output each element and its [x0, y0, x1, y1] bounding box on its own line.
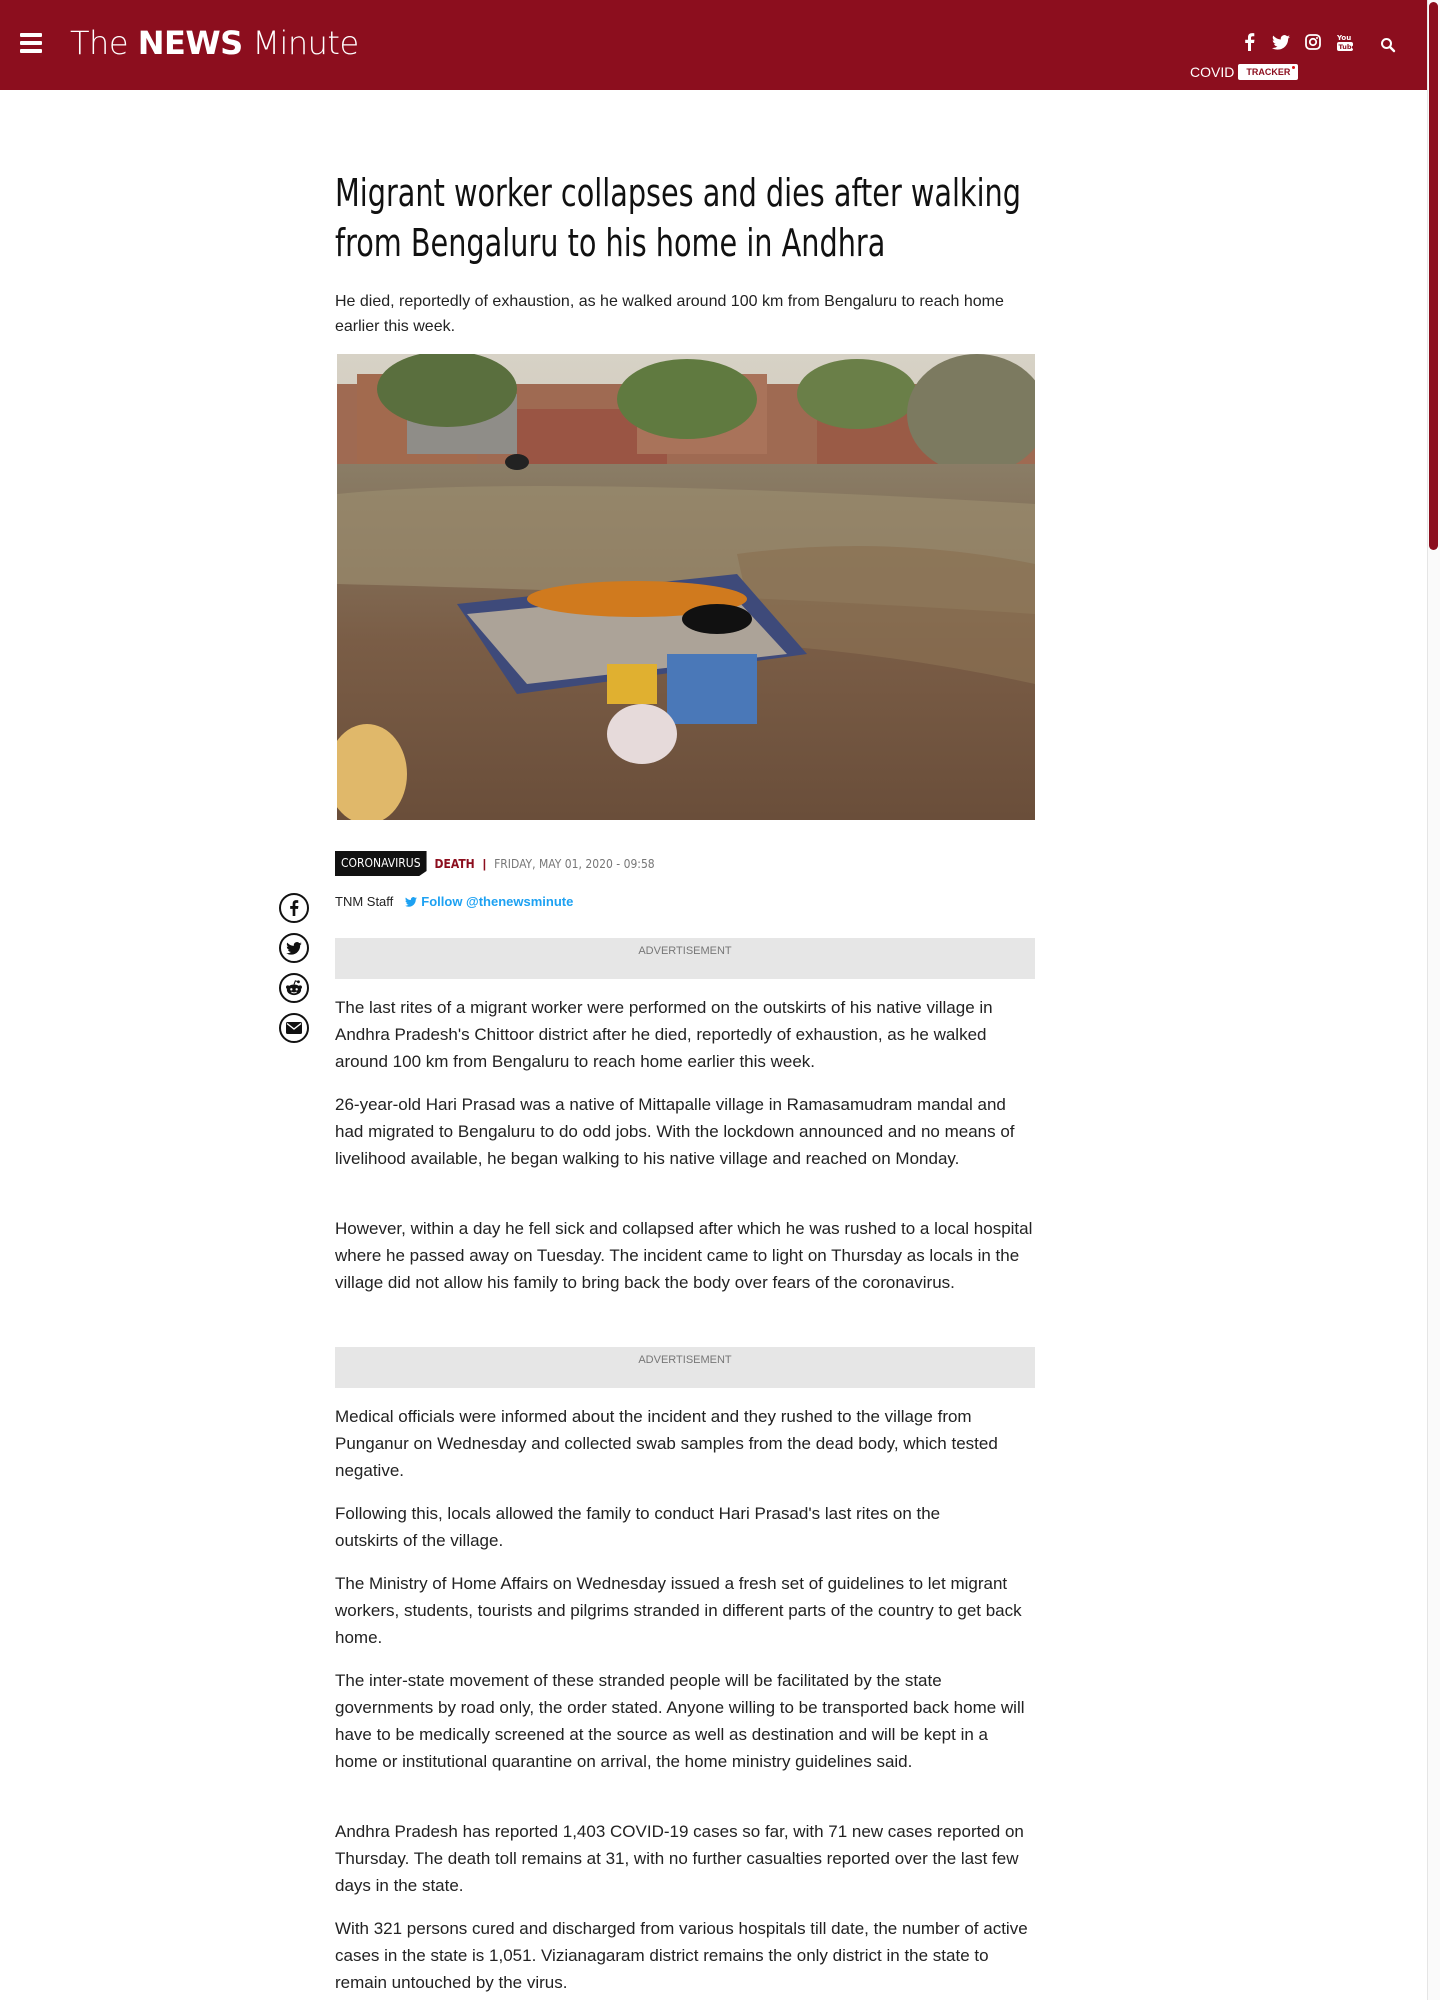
publish-date: FRIDAY, MAY 01, 2020 - 09:58	[494, 856, 655, 871]
twitter-icon	[405, 896, 418, 907]
share-bar	[279, 893, 309, 1043]
advertisement-slot[interactable]: ADVERTISEMENT	[335, 1347, 1035, 1388]
menu-icon[interactable]	[20, 33, 42, 53]
byline: TNM Staff Follow @thenewsminute	[335, 894, 573, 909]
covid-tracker-link[interactable]: COVID TRACKER	[1190, 64, 1299, 80]
article-title: Migrant worker collapses and dies after …	[335, 171, 1021, 265]
category-tag[interactable]: CORONAVIRUS	[335, 851, 427, 876]
header-social-links: YouTube	[1240, 33, 1354, 51]
tracker-badge[interactable]: TRACKER	[1238, 64, 1299, 80]
ad-label: ADVERTISEMENT	[638, 1354, 732, 1366]
share-facebook-button[interactable]	[279, 893, 309, 923]
search-icon[interactable]	[1380, 37, 1396, 53]
svg-text:Tube: Tube	[1339, 43, 1354, 51]
article-paragraph: 26-year-old Hari Prasad was a native of …	[335, 1095, 1015, 1168]
facebook-icon[interactable]	[1240, 33, 1258, 51]
follow-twitter-link[interactable]: Follow @thenewsminute	[405, 894, 573, 909]
site-header: The NEWS Minute YouTube COVID TRACKER	[0, 0, 1427, 90]
article-paragraph: The last rites of a migrant worker were …	[335, 998, 993, 1071]
logo-part-the: The	[70, 24, 129, 62]
article-paragraph: The Ministry of Home Affairs on Wednesda…	[335, 1574, 1022, 1647]
instagram-icon[interactable]	[1304, 33, 1322, 51]
article-paragraph: With 321 persons cured and discharged fr…	[335, 1919, 1028, 1992]
follow-label: Follow @thenewsminute	[421, 894, 574, 909]
author-name[interactable]: TNM Staff	[335, 894, 393, 909]
youtube-icon[interactable]: YouTube	[1336, 33, 1354, 51]
share-email-button[interactable]	[279, 1013, 309, 1043]
logo-part-news: NEWS	[137, 24, 243, 62]
meta-separator: |	[482, 856, 487, 871]
article-paragraph: However, within a day he fell sick and c…	[335, 1219, 1033, 1292]
article-paragraph: Following this, locals allowed the famil…	[335, 1504, 941, 1550]
email-icon	[286, 1022, 302, 1034]
scrollbar-thumb[interactable]	[1429, 2, 1438, 550]
site-logo[interactable]: The NEWS Minute	[70, 24, 359, 62]
article-paragraph: Andhra Pradesh has reported 1,403 COVID-…	[335, 1822, 1024, 1895]
article-hero-image	[337, 354, 1035, 820]
logo-part-minute: Minute	[252, 24, 359, 62]
twitter-icon	[286, 941, 302, 955]
article-paragraph: Medical officials were informed about th…	[335, 1407, 998, 1480]
ad-label: ADVERTISEMENT	[638, 945, 732, 957]
facebook-icon	[290, 900, 299, 916]
topic-tag[interactable]: DEATH	[435, 857, 475, 871]
reddit-icon	[286, 980, 302, 996]
share-twitter-button[interactable]	[279, 933, 309, 963]
covid-label: COVID	[1190, 64, 1235, 80]
article-meta: CORONAVIRUS DEATH | FRIDAY, MAY 01, 2020…	[335, 851, 655, 876]
twitter-icon[interactable]	[1272, 33, 1290, 51]
svg-text:You: You	[1337, 34, 1351, 42]
article-subtitle: He died, reportedly of exhaustion, as he…	[335, 293, 1004, 335]
article-paragraph: The inter-state movement of these strand…	[335, 1671, 1025, 1771]
advertisement-slot[interactable]: ADVERTISEMENT	[335, 938, 1035, 979]
share-reddit-button[interactable]	[279, 973, 309, 1003]
